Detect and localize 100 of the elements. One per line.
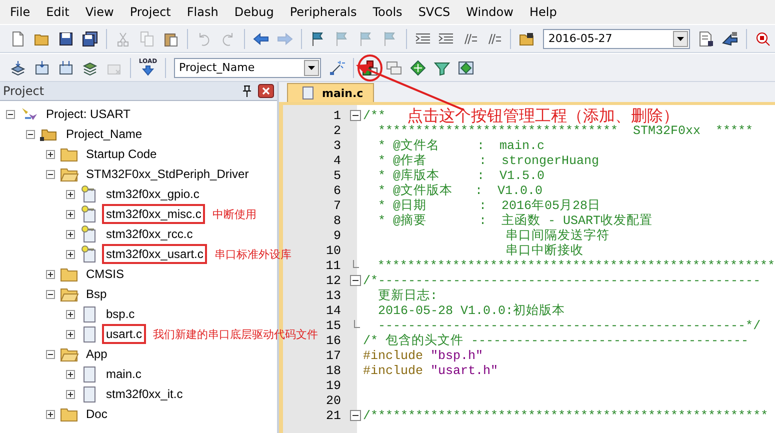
- tree-item[interactable]: App: [82, 344, 112, 364]
- tree-item[interactable]: Startup Code: [82, 144, 161, 164]
- tree-item[interactable]: CMSIS: [82, 264, 128, 284]
- line-number: 14: [324, 304, 341, 318]
- code-comment: /**: [363, 108, 386, 122]
- line-number: 17: [324, 348, 341, 362]
- code-comment: ******************************** STM32F0xx *****: [377, 124, 754, 138]
- expand-icon[interactable]: [66, 330, 75, 338]
- annotation-text: 串口标准外设库: [214, 246, 292, 262]
- fold-icon[interactable]: [350, 410, 360, 421]
- line-number: 3: [332, 138, 341, 152]
- code-comment: * @文件版本 : V1.0.0: [377, 182, 543, 198]
- menu-item[interactable]: File: [2, 5, 38, 19]
- line-number: 18: [324, 364, 341, 378]
- expand-icon[interactable]: [66, 250, 75, 258]
- menu-item[interactable]: Project: [122, 5, 179, 19]
- collapse-icon[interactable]: [26, 130, 35, 138]
- left-arrow-icon[interactable]: [252, 30, 269, 46]
- collapse-icon[interactable]: [46, 290, 55, 298]
- expand-icon[interactable]: [46, 270, 55, 278]
- project-icon: [19, 106, 39, 122]
- tree-item[interactable]: usart.c: [102, 324, 146, 344]
- expand-icon[interactable]: [66, 370, 75, 378]
- diamond-plus-icon[interactable]: [410, 60, 426, 76]
- line-number: 10: [324, 244, 341, 258]
- tree-item[interactable]: Doc: [82, 404, 112, 424]
- fold-icon[interactable]: [350, 110, 360, 121]
- line-number: 4: [332, 154, 341, 168]
- tree-item[interactable]: Project: USART: [42, 104, 134, 124]
- tree-item[interactable]: Bsp: [82, 284, 111, 304]
- tree-item[interactable]: stm32f0xx_misc.c: [102, 204, 206, 224]
- flag-icon[interactable]: [310, 30, 326, 46]
- clipboard-icon[interactable]: [162, 30, 179, 46]
- tree-item[interactable]: stm32f0xx_usart.c: [102, 244, 208, 264]
- line-number: 11: [324, 258, 341, 272]
- code-comment: * @库版本 : V1.5.0: [377, 168, 545, 184]
- tree-item[interactable]: stm32f0xx_it.c: [102, 384, 187, 404]
- windows-icon[interactable]: [386, 60, 402, 76]
- expand-icon[interactable]: [66, 210, 75, 218]
- tree-item[interactable]: stm32f0xx_gpio.c: [102, 184, 204, 204]
- menu-item[interactable]: Flash: [178, 5, 226, 19]
- editor-tab[interactable]: main.c: [287, 83, 374, 102]
- menu-item[interactable]: Tools: [364, 5, 410, 19]
- dropdown-field[interactable]: 2016-05-27: [543, 28, 690, 48]
- include-line: #include "usart.h": [363, 364, 498, 378]
- expand-icon[interactable]: [66, 310, 75, 318]
- line-number: 21: [324, 408, 341, 422]
- code-comment: /* 包含的头文件 -------------------------------------: [363, 332, 749, 349]
- caret-icon: [677, 36, 684, 40]
- collapse-icon[interactable]: [46, 350, 55, 358]
- code-comment: * @摘要 : 主函数 - USART收发配置: [377, 212, 653, 228]
- menu-item[interactable]: Window: [458, 5, 522, 19]
- menu-item[interactable]: Edit: [38, 5, 78, 19]
- expand-icon[interactable]: [46, 410, 55, 418]
- dropdown-field[interactable]: Project_Name: [174, 58, 321, 78]
- annotation-text: 我们新建的串口底层驱动代码文件: [153, 326, 318, 342]
- code-comment: *****************************************************: [376, 258, 775, 272]
- menu-item[interactable]: View: [77, 5, 122, 19]
- tree-item[interactable]: Project_Name: [62, 124, 146, 144]
- expand-icon[interactable]: [46, 150, 55, 158]
- line-number: 13: [324, 288, 341, 302]
- line-number: 19: [324, 378, 341, 392]
- indent-icon[interactable]: [414, 30, 431, 46]
- menu-item[interactable]: SVCS: [410, 5, 458, 19]
- magic-wand-icon[interactable]: [329, 60, 345, 76]
- code-comment: 更新日志:: [377, 288, 438, 304]
- menu-item[interactable]: Peripherals: [282, 5, 365, 19]
- load-icon[interactable]: [140, 65, 156, 77]
- annotation-text: 中断使用: [212, 206, 256, 222]
- stacked-page-arrow-icon[interactable]: [10, 60, 26, 76]
- code-comment: * @日期 : 2016年05月28日: [377, 198, 601, 214]
- line-number: 1: [332, 108, 341, 122]
- include-line: #include "bsp.h": [363, 348, 484, 362]
- fold-icon[interactable]: [350, 275, 360, 286]
- tree-item[interactable]: STM32F0xx_StdPeriph_Driver: [82, 164, 253, 184]
- tree-item[interactable]: main.c: [102, 364, 146, 384]
- expand-icon[interactable]: [66, 230, 75, 238]
- tree-item[interactable]: bsp.c: [102, 304, 139, 324]
- code-comment: 2016-05-28 V1.0.0:初始版本: [377, 302, 566, 319]
- close-icon[interactable]: [258, 84, 274, 98]
- tree-item[interactable]: stm32f0xx_rcc.c: [102, 224, 197, 244]
- pin-icon[interactable]: [242, 85, 252, 97]
- collapse-icon[interactable]: [46, 170, 55, 178]
- collapse-icon[interactable]: [6, 110, 15, 118]
- line-number: 2: [332, 124, 341, 138]
- annotation-circle: [357, 54, 383, 82]
- menu-item[interactable]: Help: [521, 5, 565, 19]
- panel-title: Project: [3, 84, 46, 98]
- indent-icon[interactable]: [438, 30, 454, 46]
- code-comment: 串口中断接收: [504, 242, 584, 259]
- line-number: 20: [324, 394, 341, 408]
- page-icon[interactable]: [10, 30, 26, 46]
- code-comment: /*****************************************************: [363, 408, 768, 422]
- expand-icon[interactable]: [66, 190, 75, 198]
- layers-icon[interactable]: [82, 60, 98, 76]
- floppy-disks-icon[interactable]: [82, 30, 98, 46]
- funnel-icon[interactable]: [434, 60, 450, 76]
- expand-icon[interactable]: [66, 390, 75, 398]
- menu-item[interactable]: Debug: [226, 5, 282, 19]
- magnifier-icon[interactable]: [755, 30, 772, 46]
